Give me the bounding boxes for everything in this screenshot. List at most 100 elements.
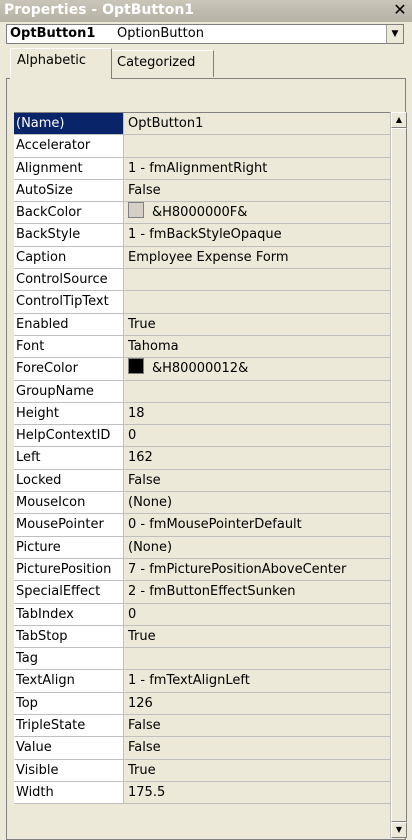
scroll-down-icon[interactable]: ▼ (391, 822, 407, 838)
property-row[interactable]: HelpContextID 0 (14, 425, 390, 448)
property-row[interactable]: MousePointer 0 - fmMousePointerDefault (14, 514, 390, 537)
property-row[interactable]: (Name) OptButton1 (14, 113, 390, 136)
property-row[interactable]: Width 175.5 (14, 781, 390, 805)
property-name[interactable]: Accelerator (14, 135, 124, 157)
scroll-up-icon[interactable]: ▲ (391, 112, 407, 128)
property-value[interactable]: 126 (128, 693, 390, 714)
property-row[interactable]: TabIndex 0 (14, 603, 390, 626)
property-value[interactable] (128, 135, 390, 156)
chevron-down-icon[interactable]: ▼ (386, 25, 403, 43)
property-value[interactable]: 18 (128, 403, 390, 424)
property-row[interactable]: ControlSource (14, 269, 390, 292)
property-row[interactable]: Caption Employee Expense Form (14, 246, 390, 270)
property-value[interactable]: 7 - fmPicturePositionAboveCenter (128, 559, 390, 580)
property-row[interactable]: Accelerator (14, 135, 390, 158)
property-value[interactable]: Employee Expense Form (128, 247, 390, 268)
property-name[interactable]: Visible (14, 759, 124, 781)
property-row[interactable]: TextAlign 1 - fmTextAlignLeft (14, 670, 390, 693)
property-row[interactable]: MouseIcon (None) (14, 492, 390, 515)
property-name[interactable]: Value (14, 737, 124, 759)
property-value[interactable]: 2 - fmButtonEffectSunken (128, 581, 390, 602)
property-row[interactable]: BackStyle 1 - fmBackStyleOpaque (14, 224, 390, 247)
property-name[interactable]: Locked (14, 469, 124, 492)
property-name[interactable]: MouseIcon (14, 492, 124, 514)
property-row[interactable]: PicturePosition 7 - fmPicturePositionAbov… (14, 558, 390, 582)
property-value[interactable]: 1 - fmTextAlignLeft (128, 670, 390, 691)
property-name[interactable]: AutoSize (14, 179, 124, 202)
property-value[interactable]: &H8000000F& (128, 202, 390, 223)
tab-alphabetic[interactable]: Alphabetic (10, 48, 112, 79)
property-row[interactable]: AutoSize False (14, 179, 390, 203)
property-value[interactable]: True (128, 760, 390, 781)
scrollbar-thumb[interactable] (391, 128, 407, 822)
property-name[interactable]: HelpContextID (14, 425, 124, 447)
property-value[interactable]: False (128, 715, 390, 736)
property-row[interactable]: BackColor &H8000000F& (14, 202, 390, 225)
property-name[interactable]: TabIndex (14, 603, 124, 625)
property-name[interactable]: TabStop (14, 625, 124, 648)
property-name[interactable]: BackColor (14, 202, 124, 224)
property-value[interactable]: False (128, 470, 390, 491)
property-name[interactable]: GroupName (14, 380, 124, 402)
property-name[interactable]: Height (14, 402, 124, 425)
object-selector[interactable]: OptButton1 OptionButton ▼ (6, 24, 404, 44)
property-name[interactable]: SpecialEffect (14, 581, 124, 603)
property-row[interactable]: Height 18 (14, 402, 390, 426)
property-row[interactable]: Tag (14, 648, 390, 671)
close-icon[interactable]: ✕ (392, 1, 408, 19)
property-name[interactable]: TripleState (14, 715, 124, 737)
property-row[interactable]: Picture (None) (14, 536, 390, 559)
property-name[interactable]: Width (14, 781, 124, 804)
property-value[interactable]: Tahoma (128, 336, 390, 357)
property-name[interactable]: PicturePosition (14, 558, 124, 581)
property-name[interactable]: Top (14, 692, 124, 715)
property-name[interactable]: MousePointer (14, 514, 124, 536)
property-value[interactable]: 0 - fmMousePointerDefault (128, 514, 390, 535)
property-value[interactable]: 1 - fmBackStyleOpaque (128, 224, 390, 245)
property-name[interactable]: ControlTipText (14, 291, 124, 313)
property-row[interactable]: TripleState False (14, 715, 390, 738)
property-value[interactable]: (None) (128, 492, 390, 513)
property-name[interactable]: Alignment (14, 157, 124, 179)
property-name[interactable]: Tag (14, 648, 124, 670)
property-name[interactable]: Font (14, 335, 124, 358)
property-value[interactable]: &H80000012& (128, 358, 390, 379)
property-value[interactable] (128, 269, 390, 290)
property-value[interactable]: (None) (128, 537, 390, 558)
property-name[interactable]: BackStyle (14, 224, 124, 246)
property-value[interactable]: True (128, 314, 390, 335)
property-row[interactable]: ControlTipText (14, 291, 390, 314)
property-row[interactable]: GroupName (14, 380, 390, 403)
property-row[interactable]: Left 162 (14, 447, 390, 470)
property-row[interactable]: Alignment 1 - fmAlignmentRight (14, 157, 390, 180)
property-row[interactable]: SpecialEffect 2 - fmButtonEffectSunken (14, 581, 390, 604)
property-value[interactable]: 1 - fmAlignmentRight (128, 158, 390, 179)
property-row[interactable]: Enabled True (14, 313, 390, 336)
property-row[interactable]: TabStop True (14, 625, 390, 649)
property-value[interactable]: 175.5 (128, 782, 390, 803)
property-value[interactable]: False (128, 180, 390, 201)
property-name[interactable]: Left (14, 447, 124, 469)
property-value[interactable] (128, 291, 390, 312)
property-value[interactable]: False (128, 737, 390, 758)
property-row[interactable]: Top 126 (14, 692, 390, 716)
property-name[interactable]: Picture (14, 536, 124, 558)
property-name[interactable]: TextAlign (14, 670, 124, 692)
property-row[interactable]: ForeColor &H80000012& (14, 358, 390, 381)
property-name[interactable]: Caption (14, 246, 124, 269)
vertical-scrollbar[interactable]: ▲ ▼ (390, 112, 407, 838)
property-name[interactable]: ForeColor (14, 358, 124, 380)
property-row[interactable]: Font Tahoma (14, 335, 390, 359)
property-name[interactable]: ControlSource (14, 269, 124, 291)
property-name[interactable]: Enabled (14, 313, 124, 335)
property-value[interactable]: 0 (128, 604, 390, 625)
property-value[interactable]: 162 (128, 447, 390, 468)
property-row[interactable]: Visible True (14, 759, 390, 782)
property-value[interactable]: 0 (128, 425, 390, 446)
tab-categorized[interactable]: Categorized (110, 50, 214, 77)
property-value[interactable] (128, 381, 390, 402)
property-value[interactable]: True (128, 626, 390, 647)
property-row[interactable]: Value False (14, 737, 390, 760)
property-row[interactable]: Locked False (14, 469, 390, 493)
property-name[interactable]: (Name) (14, 113, 124, 135)
